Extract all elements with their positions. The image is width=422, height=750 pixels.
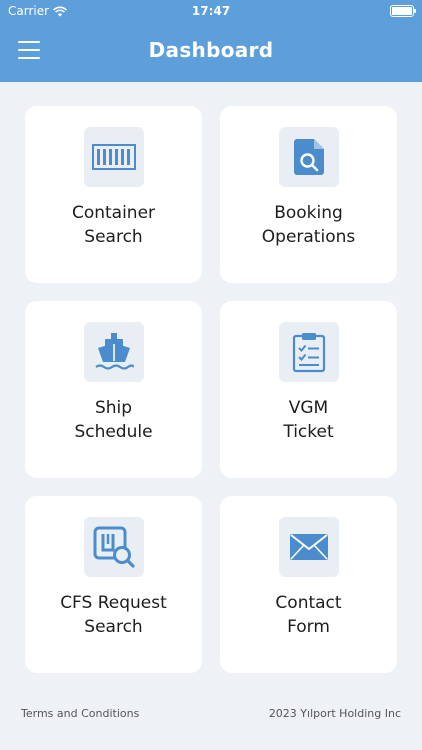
container-search-card[interactable]: Container Search — [25, 106, 202, 283]
vgm-ticket-card[interactable]: VGM Ticket — [220, 301, 397, 478]
document-search-icon — [293, 139, 324, 175]
card-label: Contact Form — [275, 593, 342, 637]
ship-icon — [94, 333, 134, 370]
cfs-request-search-card[interactable]: CFS Request Search — [25, 496, 202, 673]
navigation-bar: Dashboard — [0, 22, 422, 82]
status-bar: Carrier 17:47 — [0, 0, 422, 22]
booking-operations-card[interactable]: Booking Operations — [220, 106, 397, 283]
icon-tile — [278, 517, 339, 577]
card-label: Container Search — [71, 203, 156, 247]
envelope-icon — [289, 534, 328, 560]
icon-tile — [278, 322, 339, 382]
copyright-text: 2023 Yılport Holding Inc — [268, 707, 401, 720]
contact-form-card[interactable]: Contact Form — [220, 496, 397, 673]
card-label: Booking Operations — [261, 203, 356, 247]
dashboard-grid: Container Search Booking Operations Ship… — [25, 106, 397, 673]
card-label: CFS Request Search — [60, 593, 167, 637]
icon-tile — [83, 322, 144, 382]
ship-schedule-card[interactable]: Ship Schedule — [25, 301, 202, 478]
cfs-search-icon — [93, 526, 135, 568]
icon-tile — [278, 127, 339, 187]
footer: Terms and Conditions 2023 Yılport Holdin… — [21, 707, 401, 720]
terms-and-conditions-link[interactable]: Terms and Conditions — [21, 707, 139, 720]
icon-tile — [83, 517, 144, 577]
clipboard-checklist-icon — [292, 333, 325, 373]
icon-tile — [83, 127, 144, 187]
status-time: 17:47 — [191, 4, 231, 18]
battery-icon — [390, 5, 416, 17]
page-title: Dashboard — [148, 38, 274, 62]
card-label: VGM Ticket — [283, 398, 334, 442]
container-icon — [91, 144, 136, 170]
card-label: Ship Schedule — [74, 398, 153, 442]
